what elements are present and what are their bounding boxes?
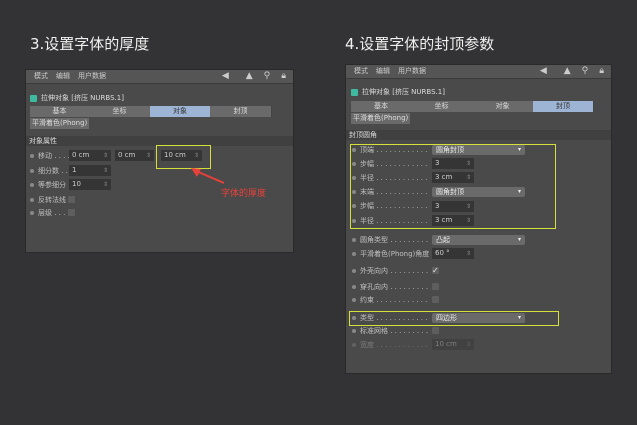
- search-icon[interactable]: ⚲: [264, 71, 274, 81]
- toolbar-icons: ◀ ▲ ⚲ 🔒︎: [214, 70, 289, 83]
- row-movement: 移动 . . . .: [30, 150, 70, 162]
- label: 等参细分: [38, 181, 66, 189]
- menu-mode[interactable]: 模式: [34, 72, 48, 80]
- end-radius-input[interactable]: 3 cm ⇕: [432, 215, 474, 226]
- object-title: 拉伸对象 [挤压 NURBS.1]: [351, 87, 445, 97]
- right-attribute-panel: 模式 编辑 用户数据 ◀ ▲ ⚲ 🔒︎ 拉伸对象 [挤压 NURBS.1] 基本 坐标 …: [345, 64, 612, 374]
- back-arrow-icon[interactable]: ◀: [222, 71, 232, 81]
- left-heading: 3.设置字体的厚度: [30, 35, 150, 53]
- object-title-text: 拉伸对象 [挤压 NURBS.1]: [41, 94, 124, 102]
- row-type: 类型 . . . . . . . . . . . .: [352, 312, 427, 324]
- subdivisions-input[interactable]: 1 ⇕: [69, 165, 111, 176]
- movement-y-input[interactable]: 0 cm ⇕: [115, 150, 154, 161]
- row-hole-inwards: 穿孔向内 . . . . . . . . .: [352, 281, 428, 293]
- menu-edit[interactable]: 编辑: [56, 72, 70, 80]
- tab-basic[interactable]: 基本: [30, 106, 90, 117]
- search-icon[interactable]: ⚲: [582, 66, 592, 76]
- extrude-object-icon: [30, 94, 37, 102]
- tab-coord[interactable]: 坐标: [89, 106, 151, 117]
- row-start-radius: 半径 . . . . . . . . . . . .: [352, 172, 427, 184]
- back-arrow-icon[interactable]: ◀: [540, 66, 550, 76]
- object-title: 拉伸对象 [挤压 NURBS.1]: [30, 93, 124, 103]
- phong-angle-input[interactable]: 60 ° ⇕: [432, 248, 474, 259]
- tab-phong[interactable]: 平滑着色(Phong): [351, 113, 411, 124]
- tab-object[interactable]: 对象: [150, 106, 211, 117]
- constrain-checkbox[interactable]: [432, 296, 439, 303]
- tab-phong[interactable]: 平滑着色(Phong): [30, 118, 90, 129]
- menu-user-data[interactable]: 用户数据: [78, 72, 106, 80]
- tab-coord[interactable]: 坐标: [411, 101, 473, 112]
- annotation-text: 字体的厚度: [221, 189, 267, 199]
- regular-grid-checkbox[interactable]: [432, 327, 439, 334]
- lock-icon[interactable]: 🔒︎: [599, 66, 607, 76]
- row-width: 宽度 . . . . . . . . . . . .: [352, 339, 427, 351]
- menu-mode[interactable]: 模式: [354, 67, 368, 75]
- row-start-steps: 步幅 . . . . . . . . . . . .: [352, 158, 427, 170]
- row-isoparm: 等参细分: [30, 179, 66, 191]
- row-start: 顶端 . . . . . . . . . . . .: [352, 144, 427, 156]
- row-phong-angle: 平滑着色(Phong)角度: [352, 248, 429, 260]
- row-end: 末端 . . . . . . . . . . . .: [352, 186, 427, 198]
- movement-x-input[interactable]: 0 cm ⇕: [69, 150, 111, 161]
- tab-caps[interactable]: 封顶: [210, 106, 272, 117]
- menu-bar: 模式 编辑 用户数据 ◀ ▲ ⚲ 🔒︎: [26, 70, 293, 84]
- up-arrow-icon[interactable]: ▲: [246, 71, 256, 81]
- start-radius-input[interactable]: 3 cm ⇕: [432, 172, 474, 183]
- row-hull-inwards: 外壳向内 . . . . . . . . .: [352, 265, 428, 277]
- isoparm-input[interactable]: 10 ⇕: [69, 179, 111, 190]
- end-cap-dropdown[interactable]: 圆角封顶 ▾: [432, 187, 525, 197]
- start-steps-input[interactable]: 3 ⇕: [432, 158, 474, 169]
- reverse-normals-checkbox[interactable]: [68, 196, 75, 203]
- row-fillet-type: 圆角类型 . . . . . . . . .: [352, 234, 428, 246]
- hierarchical-checkbox[interactable]: [68, 209, 75, 216]
- row-regular-grid: 标准网格 . . . . . . . . .: [352, 325, 428, 337]
- annotation-arrow-icon: [191, 168, 225, 184]
- row-subdivisions: 细分数 . .: [30, 165, 68, 177]
- toolbar-icons: ◀ ▲ ⚲ 🔒︎: [532, 65, 607, 78]
- extrude-object-icon: [351, 88, 358, 96]
- label: 细分数 . .: [38, 167, 68, 175]
- lock-icon[interactable]: 🔒︎: [281, 71, 289, 81]
- left-attribute-panel: 模式 编辑 用户数据 ◀ ▲ ⚲ 🔒︎ 拉伸对象 [挤压 NURBS.1] 基本 坐标 …: [25, 69, 294, 253]
- tab-object[interactable]: 对象: [472, 101, 534, 112]
- hole-inwards-checkbox[interactable]: [432, 283, 439, 290]
- hull-inwards-checkbox[interactable]: ✓: [432, 267, 439, 275]
- row-constrain: 约束 . . . . . . . . . . . .: [352, 294, 427, 306]
- tab-caps[interactable]: 封顶: [533, 101, 594, 112]
- row-end-radius: 半径 . . . . . . . . . . . .: [352, 215, 427, 227]
- menu-edit[interactable]: 编辑: [376, 67, 390, 75]
- label: 反转法线: [38, 196, 66, 204]
- object-title-text: 拉伸对象 [挤压 NURBS.1]: [362, 88, 445, 96]
- keyframe-dot[interactable]: [30, 154, 34, 158]
- type-dropdown[interactable]: 四边形 ▾: [432, 313, 525, 323]
- right-heading: 4.设置字体的封顶参数: [345, 35, 495, 53]
- row-hierarchical: 层级 . . . .: [30, 207, 70, 219]
- end-steps-input[interactable]: 3 ⇕: [432, 201, 474, 212]
- row-reverse-normals: 反转法线: [30, 194, 66, 206]
- tab-basic[interactable]: 基本: [351, 101, 412, 112]
- fillet-type-dropdown[interactable]: 凸起 ▾: [432, 235, 525, 245]
- row-end-steps: 步幅 . . . . . . . . . . . .: [352, 200, 427, 212]
- label: 移动 . . . .: [38, 152, 70, 160]
- section-cap-fillet: 封顶圆角: [346, 130, 611, 140]
- start-cap-dropdown[interactable]: 圆角封顶 ▾: [432, 145, 525, 155]
- width-input: 10 cm ⇕: [432, 339, 474, 350]
- menu-bar: 模式 编辑 用户数据 ◀ ▲ ⚲ 🔒︎: [346, 65, 611, 79]
- up-arrow-icon[interactable]: ▲: [564, 66, 574, 76]
- label: 层级 . . . .: [38, 209, 70, 217]
- menu-user-data[interactable]: 用户数据: [398, 67, 426, 75]
